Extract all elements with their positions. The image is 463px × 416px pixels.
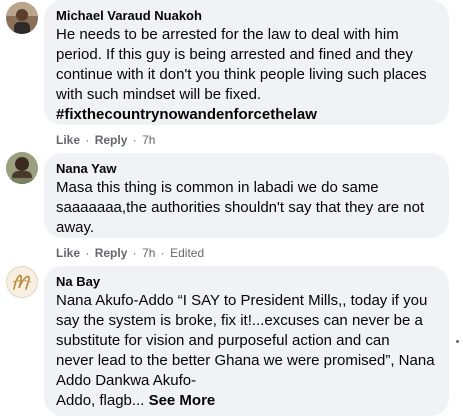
like-button[interactable]: Like — [56, 133, 80, 147]
like-button[interactable]: Like — [56, 246, 80, 260]
profile-photo-icon — [6, 152, 38, 184]
comment-line: away. — [56, 219, 95, 236]
comment-line: Nana Akufo-Addo “I SAY to President Mill… — [56, 292, 428, 309]
separator: · — [132, 246, 137, 260]
avatar[interactable] — [6, 2, 38, 34]
comment-text: Nana Akufo-Addo “I SAY to President Mill… — [56, 291, 437, 411]
avatar[interactable] — [6, 152, 38, 184]
comment-bubble: Nana Yaw Masa this thing is common in la… — [44, 153, 449, 238]
separator: · — [160, 246, 165, 260]
comment-bubble: Na Bay Nana Akufo-Addo “I SAY to Preside… — [44, 266, 449, 416]
separator: · — [132, 133, 137, 147]
comment-line: He needs to be arrested for the law to d… — [56, 26, 399, 43]
comment-line: with such mindset will be fixed. — [56, 86, 262, 103]
more-options-dot-icon[interactable] — [456, 340, 459, 343]
comment-actions: Like · Reply · 7h · Edited — [56, 245, 204, 261]
comment-text: Masa this thing is common in labadi we d… — [56, 178, 437, 238]
reply-button[interactable]: Reply — [95, 246, 128, 260]
comment-author[interactable]: Nana Yaw — [56, 160, 437, 177]
comment-line: never lead to the better Ghana we were p… — [56, 352, 435, 369]
hashtag-link[interactable]: #fixthecountrynowandenforcethelaw — [56, 105, 437, 125]
timestamp[interactable]: 7h — [142, 246, 155, 260]
comment-line: period. If this guy is being arrested an… — [56, 46, 413, 63]
comment-bubble: Michael Varaud Nuakoh He needs to be arr… — [44, 0, 449, 125]
truncated-text: Addo, flagb... — [56, 392, 145, 409]
separator: · — [85, 246, 90, 260]
comment-actions: Like · Reply · 7h — [56, 132, 155, 148]
comment-text: He needs to be arrested for the law to d… — [56, 25, 437, 125]
comment-author[interactable]: Michael Varaud Nuakoh — [56, 7, 437, 24]
comment-line: continue with it don't you think people … — [56, 66, 427, 83]
comment-line: substitute for vision and purposeful act… — [56, 332, 390, 349]
reply-button[interactable]: Reply — [95, 133, 128, 147]
timestamp[interactable]: 7h — [142, 133, 155, 147]
see-more-link[interactable]: See More — [149, 392, 216, 409]
comment-line: Masa this thing is common in labadi we d… — [56, 179, 379, 196]
comment-author[interactable]: Na Bay — [56, 273, 437, 290]
comment-line: Addo Dankwa Akufo- — [56, 372, 197, 389]
comment-line: saaaaaaa,the authorities shouldn't say t… — [56, 199, 425, 216]
comment-line-last: Addo, flagb... See More — [56, 391, 437, 411]
edited-label[interactable]: Edited — [170, 246, 204, 260]
comment-line: say the system is broke, fix it!...excus… — [56, 312, 423, 329]
separator: · — [85, 133, 90, 147]
avatar[interactable] — [6, 266, 38, 298]
profile-photo-icon — [6, 2, 38, 34]
monogram-logo-icon — [12, 274, 32, 290]
